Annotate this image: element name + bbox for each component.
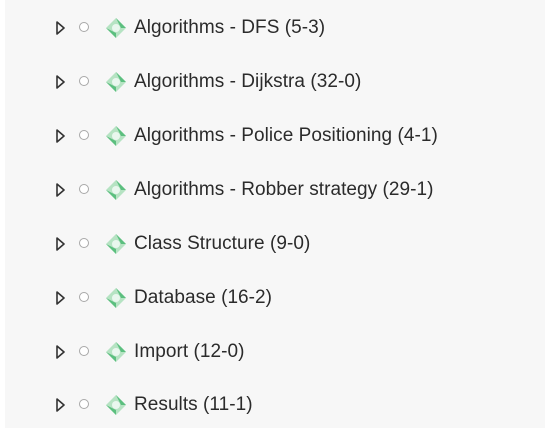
radio-empty-icon[interactable]	[79, 130, 89, 140]
tree-item-label: Results (11-1)	[134, 394, 253, 415]
tree-item[interactable]: Algorithms - Police Positioning (4-1)	[5, 121, 545, 151]
green-diamond-node-icon	[105, 341, 127, 363]
green-diamond-node-icon	[105, 394, 127, 416]
tree-item[interactable]: Import (12-0)	[5, 337, 545, 367]
radio-empty-icon[interactable]	[79, 238, 89, 248]
triangle-right-icon[interactable]	[56, 237, 65, 251]
triangle-right-icon[interactable]	[56, 129, 65, 143]
radio-empty-icon[interactable]	[79, 346, 89, 356]
green-diamond-node-icon	[105, 287, 127, 309]
tree-item-label: Algorithms - Robber strategy (29-1)	[134, 179, 434, 200]
tree-item-label: Database (16-2)	[134, 287, 273, 308]
radio-empty-icon[interactable]	[79, 292, 89, 302]
green-diamond-node-icon	[105, 233, 127, 255]
triangle-right-icon[interactable]	[56, 345, 65, 359]
radio-empty-icon[interactable]	[79, 184, 89, 194]
green-diamond-node-icon	[105, 179, 127, 201]
tree-item[interactable]: Algorithms - DFS (5-3)	[5, 13, 545, 43]
tree-item[interactable]: Algorithms - Dijkstra (32-0)	[5, 67, 545, 97]
tree-item-label: Algorithms - DFS (5-3)	[134, 17, 326, 38]
tree-item[interactable]: Results (11-1)	[5, 390, 545, 420]
green-diamond-node-icon	[105, 125, 127, 147]
triangle-right-icon[interactable]	[56, 398, 65, 412]
tree-item[interactable]: Class Structure (9-0)	[5, 229, 545, 259]
radio-empty-icon[interactable]	[79, 399, 89, 409]
tree-item[interactable]: Algorithms - Robber strategy (29-1)	[5, 175, 545, 205]
tree-item[interactable]: Database (16-2)	[5, 283, 545, 313]
radio-empty-icon[interactable]	[79, 22, 89, 32]
tree-panel: Algorithms - DFS (5-3) Algorithms - Dijk…	[5, 0, 545, 428]
tree-item-label: Class Structure (9-0)	[134, 233, 311, 254]
triangle-right-icon[interactable]	[56, 183, 65, 197]
triangle-right-icon[interactable]	[56, 21, 65, 35]
tree-item-label: Algorithms - Dijkstra (32-0)	[134, 71, 362, 92]
radio-empty-icon[interactable]	[79, 76, 89, 86]
green-diamond-node-icon	[105, 17, 127, 39]
green-diamond-node-icon	[105, 71, 127, 93]
triangle-right-icon[interactable]	[56, 291, 65, 305]
tree-item-label: Import (12-0)	[134, 341, 245, 362]
tree-item-label: Algorithms - Police Positioning (4-1)	[134, 125, 438, 146]
triangle-right-icon[interactable]	[56, 75, 65, 89]
